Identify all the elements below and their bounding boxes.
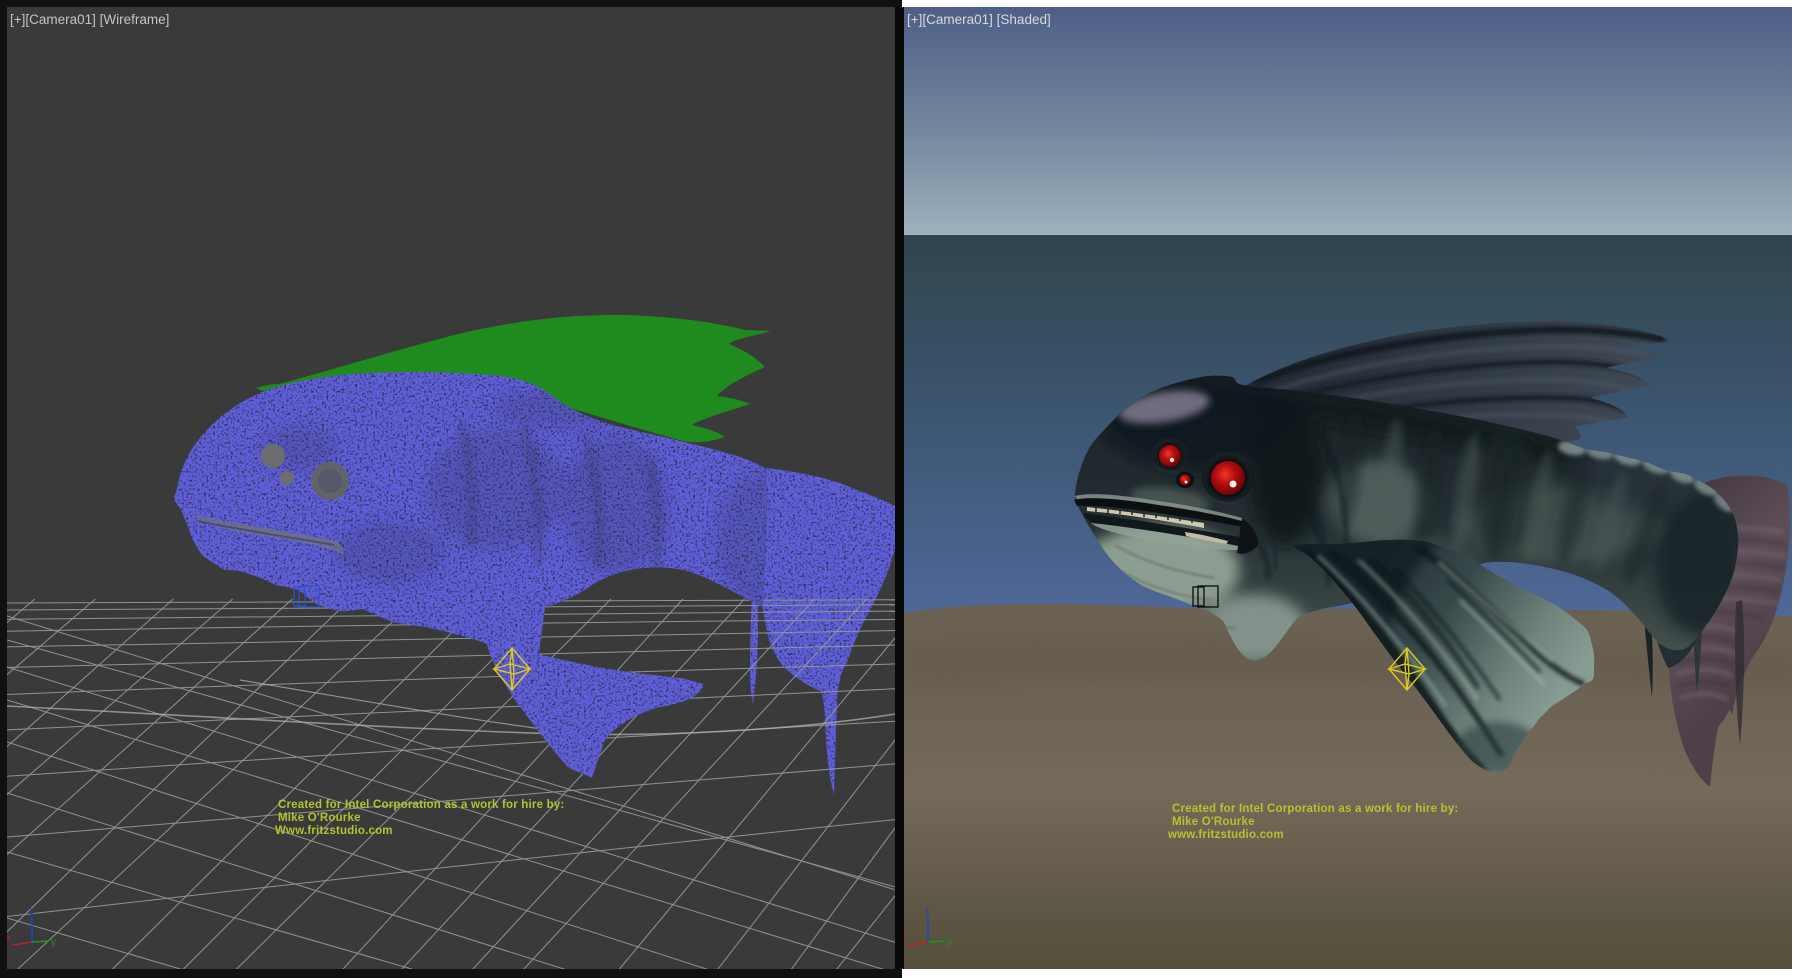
svg-text:[+][Camera01] [Shaded]: [+][Camera01] [Shaded] xyxy=(907,12,1051,27)
svg-text:Created for Intel Corporation: Created for Intel Corporation as a work … xyxy=(1172,803,1458,815)
svg-text:Www.fritzstudio.com: Www.fritzstudio.com xyxy=(275,825,393,837)
svg-text:y: y xyxy=(51,937,56,948)
svg-text:z: z xyxy=(925,906,930,917)
svg-text:z: z xyxy=(29,906,34,917)
svg-text:Created for Intel Corporation: Created for Intel Corporation as a work … xyxy=(278,799,564,811)
svg-text:y: y xyxy=(947,937,952,948)
svg-text:[+][Camera01] [Wireframe]: [+][Camera01] [Wireframe] xyxy=(10,12,169,27)
svg-text:Mike O'Rourke: Mike O'Rourke xyxy=(278,812,361,824)
svg-text:Mike O'Rourke: Mike O'Rourke xyxy=(1172,816,1255,828)
svg-text:www.fritzstudio.com: www.fritzstudio.com xyxy=(1167,829,1284,841)
